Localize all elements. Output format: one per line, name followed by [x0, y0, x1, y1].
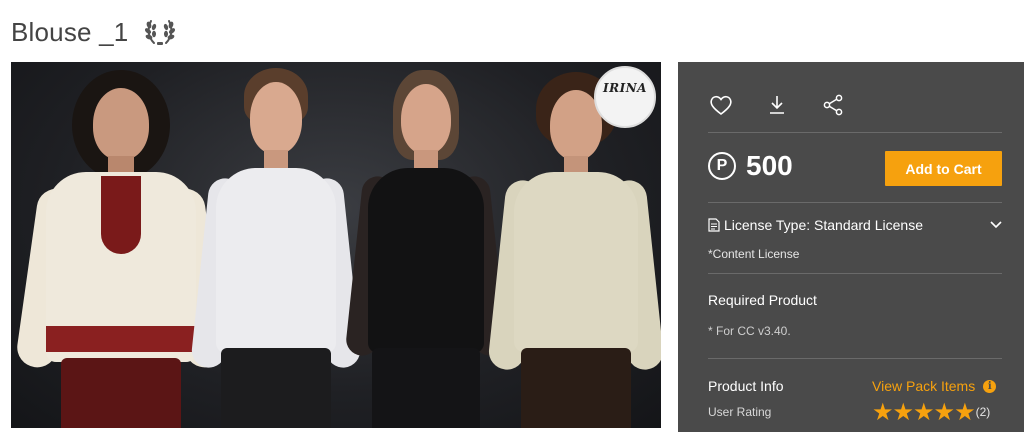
info-icon: i — [983, 379, 997, 393]
product-info-title: Product Info — [708, 378, 784, 394]
model-figure — [14, 68, 228, 428]
divider — [708, 132, 1002, 133]
required-product-note: * For CC v3.40. — [708, 324, 791, 338]
laurel-wreath-icon — [145, 20, 176, 45]
required-product-title: Required Product — [708, 292, 817, 308]
add-to-cart-button[interactable]: Add to Cart — [885, 151, 1002, 186]
points-currency-icon: P — [708, 152, 736, 180]
divider — [708, 358, 1002, 359]
title-row: Blouse _1 — [11, 14, 176, 50]
product-preview-image[interactable]: IRINA — [11, 62, 661, 428]
star-icon: ★ — [954, 398, 976, 426]
user-rating-label: User Rating — [708, 405, 772, 419]
document-icon — [708, 218, 720, 232]
action-icons — [708, 92, 846, 118]
star-icon: ★ — [913, 398, 935, 426]
divider — [708, 202, 1002, 203]
star-icon: ★ — [892, 398, 915, 426]
view-pack-items-label: View Pack Items — [872, 378, 976, 394]
license-type-toggle[interactable]: License Type: Standard License — [708, 217, 1002, 233]
divider — [708, 273, 1002, 274]
view-pack-items-link[interactable]: View Pack Items i — [872, 378, 997, 394]
model-figure — [190, 68, 362, 428]
user-rating-stars: ★ ★ ★ ★ ★ (2) — [872, 400, 990, 424]
chevron-down-icon[interactable] — [990, 221, 1002, 229]
heart-icon[interactable] — [708, 92, 734, 118]
logo-text: IRINA — [603, 81, 647, 95]
rating-count: (2) — [975, 405, 991, 419]
creator-logo: IRINA — [594, 66, 656, 128]
price-row: P 500 — [708, 150, 793, 182]
content-license-label: *Content License — [708, 247, 800, 261]
page-title: Blouse _1 — [11, 16, 129, 47]
model-figure — [344, 68, 508, 428]
share-icon[interactable] — [820, 92, 846, 118]
price-value: 500 — [746, 150, 793, 181]
star-icon: ★ — [872, 398, 894, 426]
license-type-label: License Type: Standard License — [724, 217, 923, 233]
star-icon: ★ — [933, 398, 956, 426]
purchase-panel: P 500 Add to Cart License Type: Standard… — [678, 62, 1024, 432]
download-icon[interactable] — [764, 92, 790, 118]
